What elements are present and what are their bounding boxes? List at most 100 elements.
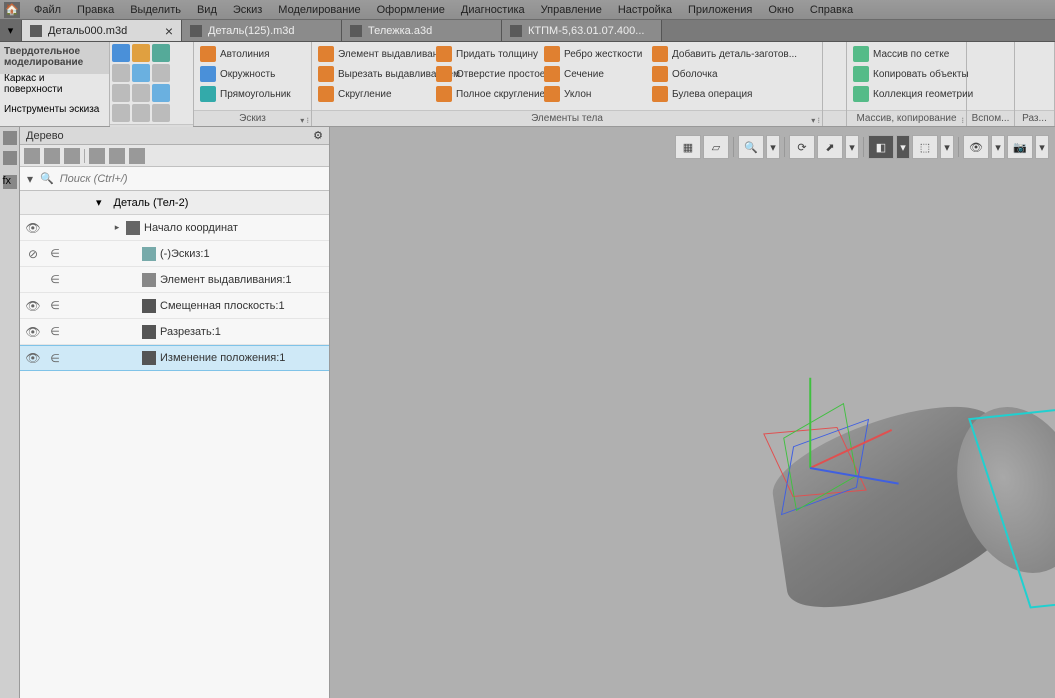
tree-row[interactable]: 👁∈Изменение положения:1 — [20, 345, 329, 371]
tree-tb-1[interactable] — [24, 148, 40, 164]
qat-new[interactable] — [112, 44, 130, 62]
cmd-section[interactable]: Сечение — [542, 64, 642, 84]
vt-wire[interactable]: ⬚ — [912, 135, 938, 159]
qat-undo[interactable] — [132, 64, 150, 82]
qat-print[interactable] — [112, 64, 130, 82]
tree-row[interactable]: ⊘∈(-)Эскиз:1 — [20, 241, 329, 267]
qat-save[interactable] — [152, 44, 170, 62]
search-input[interactable] — [56, 173, 329, 185]
vt-persp[interactable]: 👁 — [963, 135, 989, 159]
cmd-boolean[interactable]: Булева операция — [650, 84, 770, 104]
cmd-full-fillet[interactable]: Полное скругление — [434, 84, 534, 104]
include-icon[interactable]: ∈ — [46, 273, 64, 286]
visibility-icon[interactable]: 👁 — [24, 351, 42, 365]
tree-root[interactable]: ▾ Деталь (Тел-2) — [20, 191, 329, 215]
cmd-draft[interactable]: Уклон — [542, 84, 642, 104]
menu-Правка[interactable]: Правка — [69, 2, 122, 18]
doc-tab[interactable]: Деталь(125).m3d — [182, 20, 342, 41]
close-icon[interactable]: × — [165, 24, 173, 38]
qat-open[interactable] — [132, 44, 150, 62]
rail-btn-3[interactable]: fx — [3, 175, 17, 189]
menu-Справка[interactable]: Справка — [802, 2, 861, 18]
cmd-cut-extrude[interactable]: Вырезать выдавливанием — [316, 64, 426, 84]
visibility-icon[interactable]: 👁 — [24, 325, 42, 339]
vt-cam-dd[interactable]: ▾ — [1035, 135, 1049, 159]
rail-btn-2[interactable] — [3, 151, 17, 165]
menu-Управление[interactable]: Управление — [533, 2, 610, 18]
vt-orient-dd[interactable]: ▾ — [845, 135, 859, 159]
cmd-rectangle[interactable]: Прямоугольник — [198, 84, 307, 104]
qat-cut[interactable] — [112, 84, 130, 102]
include-icon[interactable]: ∈ — [46, 325, 64, 338]
menu-Моделирование[interactable]: Моделирование — [270, 2, 368, 18]
tree-tb-3[interactable] — [64, 148, 80, 164]
3d-viewport[interactable]: ▦ ▱ 🔍▾ ⟳ ⬈▾ ◧▾ ⬚▾ 👁▾ 📷▾ — [330, 127, 1055, 698]
mode-wireframe[interactable]: Каркас и поверхности — [0, 74, 109, 95]
vt-persp-dd[interactable]: ▾ — [991, 135, 1005, 159]
menu-Диагностика[interactable]: Диагностика — [453, 2, 533, 18]
vt-zoom[interactable]: 🔍 — [738, 135, 764, 159]
qat-props[interactable] — [112, 104, 130, 122]
tree-row[interactable]: 👁▸Начало координат — [20, 215, 329, 241]
menu-Окно[interactable]: Окно — [760, 2, 802, 18]
mode-solid[interactable]: Твердотельное моделирование — [0, 42, 109, 74]
rail-btn-1[interactable] — [3, 131, 17, 145]
cmd-fillet[interactable]: Скругление — [316, 84, 426, 104]
tree-tb-2[interactable] — [44, 148, 60, 164]
cmd-hole[interactable]: Отверстие простое — [434, 64, 534, 84]
vt-cam[interactable]: 📷 — [1007, 135, 1033, 159]
doc-tab[interactable]: КТПМ-5,63.01.07.400... — [502, 20, 662, 41]
qat-11[interactable] — [132, 104, 150, 122]
tree-row[interactable]: 👁∈Разрезать:1 — [20, 319, 329, 345]
menu-Оформление[interactable]: Оформление — [369, 2, 453, 18]
cmd-shell[interactable]: Оболочка — [650, 64, 770, 84]
qat-redo[interactable] — [152, 64, 170, 82]
expand-icon[interactable]: ▸ — [112, 222, 122, 233]
cmd-copy-objects[interactable]: Копировать объекты — [851, 64, 962, 84]
menu-Настройка[interactable]: Настройка — [610, 2, 680, 18]
include-icon[interactable]: ∈ — [46, 352, 64, 365]
tree-tb-5[interactable] — [109, 148, 125, 164]
tab-lead-icon[interactable]: ▾ — [0, 20, 22, 41]
doc-tab[interactable]: Тележка.a3d — [342, 20, 502, 41]
visibility-icon[interactable]: ⊘ — [24, 247, 42, 261]
cmd-thicken[interactable]: Придать толщину — [434, 44, 534, 64]
menu-Приложения[interactable]: Приложения — [680, 2, 760, 18]
include-icon[interactable]: ∈ — [46, 247, 64, 260]
menu-Вид[interactable]: Вид — [189, 2, 225, 18]
tree-row[interactable]: 👁∈Смещенная плоскость:1 — [20, 293, 329, 319]
menu-Выделить[interactable]: Выделить — [122, 2, 189, 18]
tree-tb-6[interactable] — [129, 148, 145, 164]
tree-tb-4[interactable] — [89, 148, 105, 164]
qat-12[interactable] — [152, 104, 170, 122]
cmd-autoline[interactable]: Автолиния — [198, 44, 307, 64]
tree-row[interactable]: ∈ Элемент выдавливания:1 — [20, 267, 329, 293]
cmd-geometry-collection[interactable]: Коллекция геометрии — [851, 84, 962, 104]
doc-tab[interactable]: Деталь000.m3d× — [22, 20, 182, 41]
cmd-rib[interactable]: Ребро жесткости — [542, 44, 642, 64]
include-icon[interactable]: ∈ — [46, 299, 64, 312]
vt-rotate[interactable]: ⟳ — [789, 135, 815, 159]
visibility-icon[interactable]: 👁 — [24, 299, 42, 313]
mode-sketch-tools[interactable]: Инструменты эскиза — [0, 95, 109, 127]
vt-orient[interactable]: ⬈ — [817, 135, 843, 159]
cmd-extrude[interactable]: Элемент выдавливания — [316, 44, 426, 64]
cmd-pattern-grid[interactable]: Массив по сетке — [851, 44, 962, 64]
vt-zoom-dd[interactable]: ▾ — [766, 135, 780, 159]
menu-Эскиз[interactable]: Эскиз — [225, 2, 270, 18]
qat-copy[interactable] — [132, 84, 150, 102]
gear-icon[interactable]: ⚙ — [313, 129, 323, 142]
qat-paste[interactable] — [152, 84, 170, 102]
vt-grid[interactable]: ▦ — [675, 135, 701, 159]
home-icon[interactable]: 🏠 — [4, 2, 20, 18]
vt-shade[interactable]: ◧ — [868, 135, 894, 159]
node-label: Элемент выдавливания:1 — [160, 274, 292, 286]
visibility-icon[interactable]: 👁 — [24, 221, 42, 235]
cmd-add-part[interactable]: Добавить деталь-заготов... — [650, 44, 770, 64]
cmd-circle[interactable]: Окружность — [198, 64, 307, 84]
filter-icon[interactable]: ▾ — [20, 172, 40, 186]
vt-shade-dd[interactable]: ▾ — [896, 135, 910, 159]
menu-Файл[interactable]: Файл — [26, 2, 69, 18]
vt-plane[interactable]: ▱ — [703, 135, 729, 159]
vt-wire-dd[interactable]: ▾ — [940, 135, 954, 159]
